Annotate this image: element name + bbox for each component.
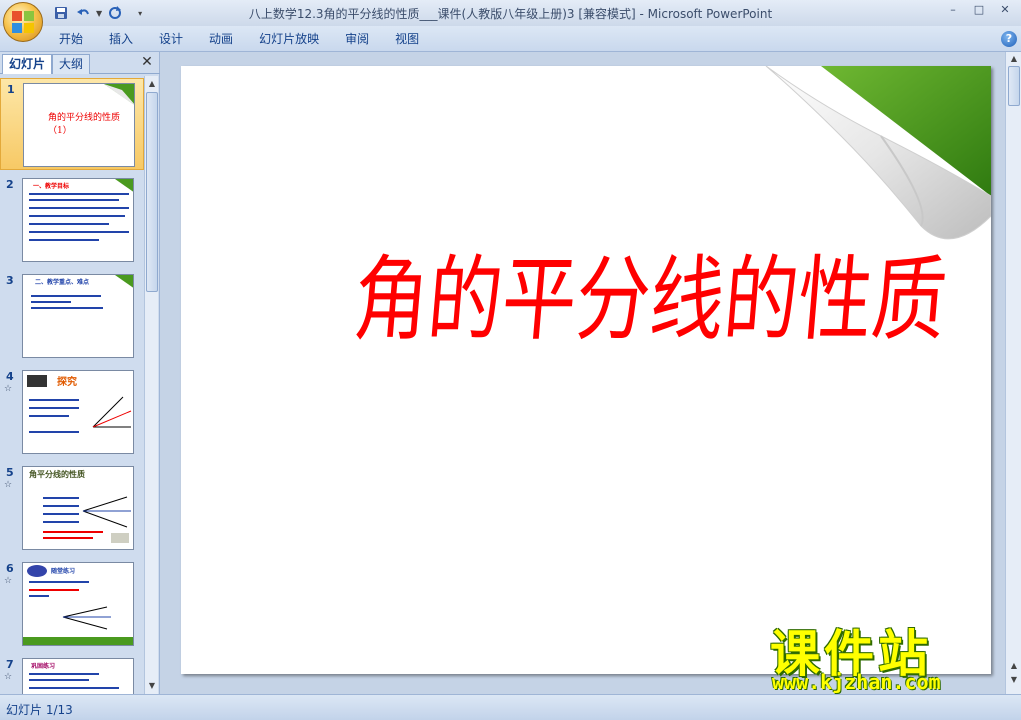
tab-home[interactable]: 开始	[46, 30, 96, 50]
scrollbar-thumb[interactable]	[146, 92, 158, 292]
slides-pane: 幻灯片 大纲 ✕ 1 角的平分线的性质（1） 2 一、教学目标 3 二、教学重点…	[0, 52, 160, 694]
thumb-decoration	[29, 179, 133, 241]
window-controls: – □ ✕	[941, 2, 1017, 18]
slide-number: 2	[6, 178, 14, 191]
thumb-diagram	[23, 565, 133, 645]
restore-button[interactable]: □	[967, 2, 991, 18]
animation-icon: ☆	[4, 576, 13, 586]
scrollbar-thumb[interactable]	[1008, 66, 1020, 106]
thumbnails-scrollbar[interactable]: ▲ ▼	[144, 76, 158, 694]
slide-preview: 角的平分线的性质（1）	[23, 83, 135, 167]
thumb-heading: 一、教学目标	[33, 183, 70, 190]
window-title: 八上数学12.3角的平分线的性质___课件(人教版八年级上册)3 [兼容模式] …	[248, 7, 773, 21]
ribbon: 开始 插入 设计 动画 幻灯片放映 审阅 视图 ?	[0, 26, 1021, 52]
animation-icon: ☆	[4, 672, 13, 682]
thumb-heading: 随堂练习	[51, 568, 76, 575]
editor-scrollbar[interactable]: ▲ ▲ ▼	[1005, 52, 1021, 694]
slide-preview: 一、教学目标	[22, 178, 134, 262]
tab-animations[interactable]: 动画	[196, 30, 246, 50]
slide-thumb-5[interactable]: 5 ☆ 角平分线的性质	[0, 462, 144, 554]
tab-view[interactable]: 视图	[382, 30, 432, 50]
slide-number: 4	[6, 370, 14, 383]
slide-preview: 探究	[22, 370, 134, 454]
slide-number: 5	[6, 466, 14, 479]
slide-thumb-6[interactable]: 6 ☆ 随堂练习	[0, 558, 144, 650]
slide-thumb-1[interactable]: 1 角的平分线的性质（1）	[0, 78, 144, 170]
animation-icon: ☆	[4, 480, 13, 490]
scroll-up-icon[interactable]: ▲	[146, 78, 158, 90]
scroll-up-icon[interactable]: ▲	[1008, 53, 1020, 65]
help-icon[interactable]: ?	[1001, 31, 1017, 47]
office-button[interactable]	[3, 2, 43, 42]
slide-thumb-7[interactable]: 7 ☆ 巩固练习	[0, 654, 144, 694]
close-button[interactable]: ✕	[993, 2, 1017, 18]
pane-tabs: 幻灯片 大纲 ✕	[0, 52, 160, 74]
thumb-decoration	[31, 275, 133, 309]
next-slide-icon[interactable]: ▼	[1008, 674, 1020, 686]
tab-insert[interactable]: 插入	[96, 30, 146, 50]
scroll-down-icon[interactable]: ▼	[146, 680, 158, 692]
slide-preview: 巩固练习	[22, 658, 134, 694]
slide-preview: 随堂练习	[22, 562, 134, 646]
slide-count: 幻灯片 1/13	[6, 703, 73, 717]
animation-icon: ☆	[4, 384, 13, 394]
thumb-heading: 角平分线的性质	[29, 470, 85, 479]
slide-number: 1	[7, 83, 15, 96]
tab-review[interactable]: 审阅	[332, 30, 382, 50]
slide-preview: 二、教学重点、难点	[22, 274, 134, 358]
ribbon-tabs: 开始 插入 设计 动画 幻灯片放映 审阅 视图	[46, 30, 432, 50]
thumb-heading: 巩固练习	[31, 663, 56, 670]
tab-slideshow[interactable]: 幻灯片放映	[246, 30, 332, 50]
slide-thumb-4[interactable]: 4 ☆ 探究	[0, 366, 144, 458]
slide-thumbnails: 1 角的平分线的性质（1） 2 一、教学目标 3 二、教学重点、难点 4 ☆ 探…	[0, 76, 144, 694]
thumb-title: 角的平分线的性质（1）	[48, 113, 121, 136]
tab-design[interactable]: 设计	[146, 30, 196, 50]
thumb-heading: 二、教学重点、难点	[35, 279, 90, 286]
thumb-diagram	[27, 375, 132, 433]
tab-slides[interactable]: 幻灯片	[2, 54, 53, 74]
watermark-url: www.kjzhan.com	[772, 670, 941, 694]
slide-number: 6	[6, 562, 14, 575]
slide-number: 3	[6, 274, 14, 287]
minimize-button[interactable]: –	[941, 2, 965, 18]
slide-editor: 角的平分线的性质（1）	[162, 52, 1005, 694]
close-pane-icon[interactable]: ✕	[140, 55, 154, 69]
slide-thumb-2[interactable]: 2 一、教学目标	[0, 174, 144, 266]
slide-preview: 角平分线的性质	[22, 466, 134, 550]
status-bar: 幻灯片 1/13	[0, 694, 1021, 720]
slide-canvas[interactable]: 角的平分线的性质（1）	[181, 66, 991, 674]
slide-title[interactable]: 角的平分线的性质（1）	[346, 244, 991, 394]
thumb-heading: 探究	[57, 377, 77, 388]
watermark-logo: 课件站 www.kjzhan.com	[770, 614, 1006, 694]
tab-outline[interactable]: 大纲	[52, 54, 91, 74]
office-logo-icon	[12, 11, 34, 33]
prev-slide-icon[interactable]: ▲	[1008, 660, 1020, 672]
slide-thumb-3[interactable]: 3 二、教学重点、难点	[0, 270, 144, 362]
title-bar: ▼ ▾ 八上数学12.3角的平分线的性质___课件(人教版八年级上册)3 [兼容…	[0, 0, 1021, 42]
slide-number: 7	[6, 658, 14, 671]
